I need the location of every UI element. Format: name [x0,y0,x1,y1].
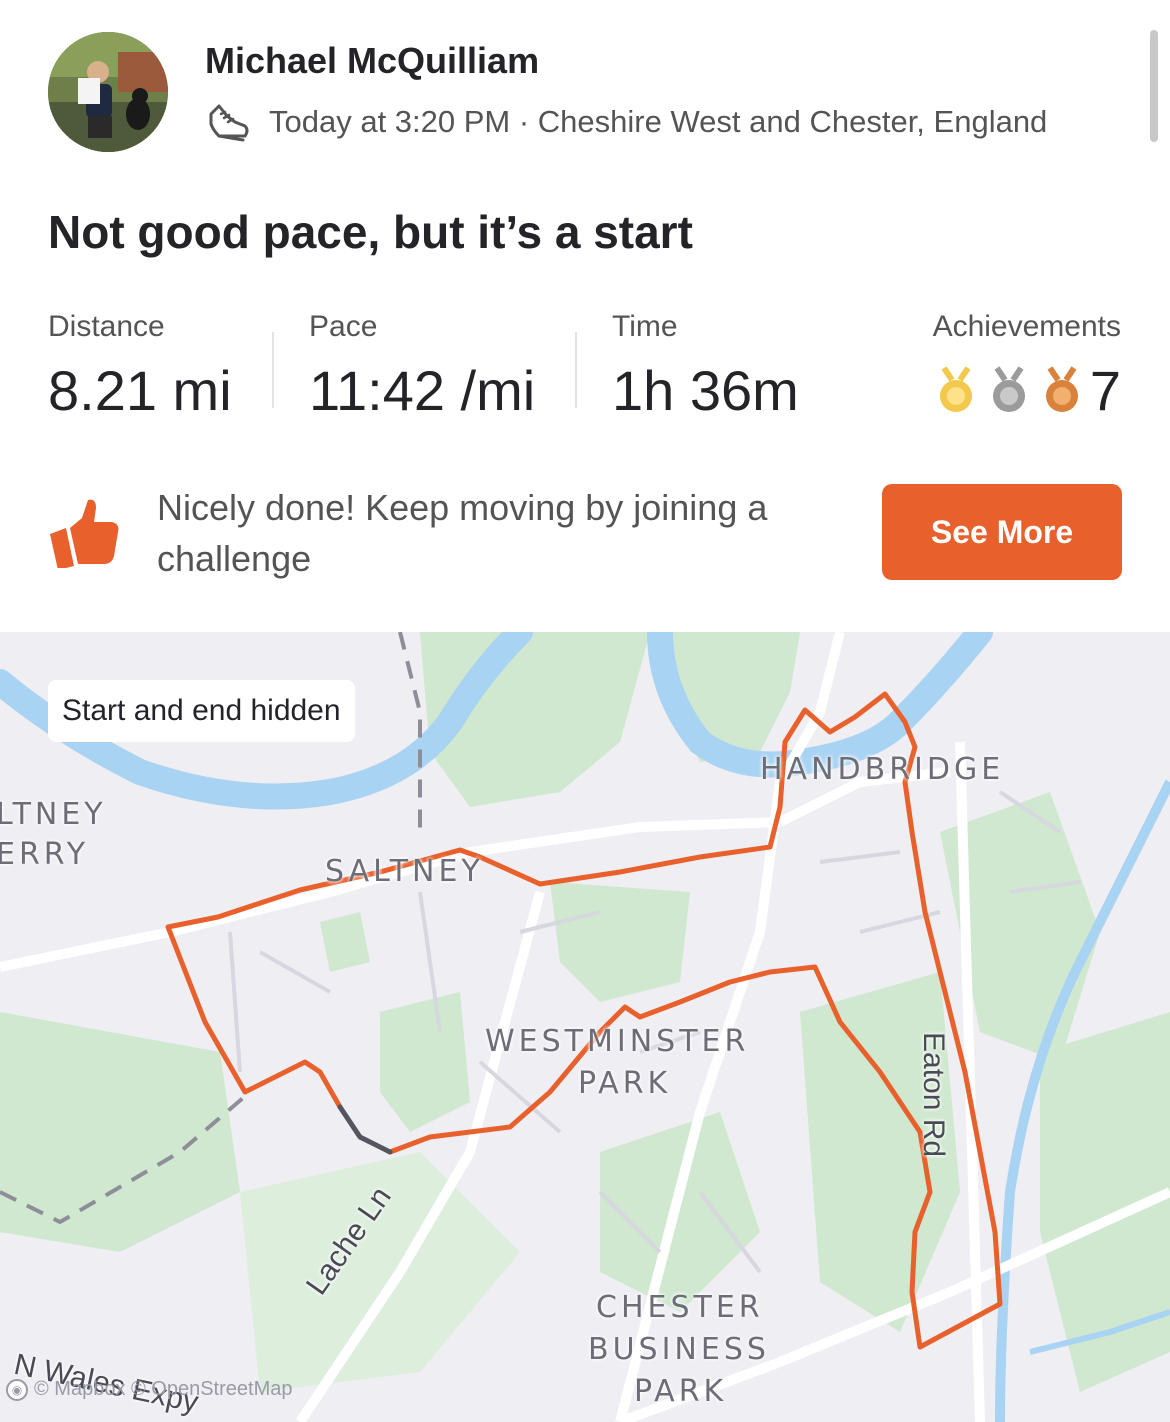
challenge-promo: Nicely done! Keep moving by joining a ch… [0,478,1170,598]
activity-title[interactable]: Not good pace, but it’s a start [48,205,693,259]
privacy-badge: Start and end hidden [48,680,355,742]
route-map[interactable]: Start and end hidden LTNEY ERRY SALTNEY … [0,632,1170,1422]
stat-value-time: 1h 36m [612,359,799,422]
hidden-route-segment [337,1104,393,1155]
mapbox-logo-icon: ◉ [6,1378,28,1401]
activity-meta: Today at 3:20 PM · Cheshire West and Che… [205,100,1047,144]
boundary-line [398,632,422,832]
stat-value-distance: 8.21 mi [48,359,232,422]
stat-value-pace: 11:42 /mi [309,359,536,422]
activity-date-location: Today at 3:20 PM · Cheshire West and Che… [269,104,1048,139]
stat-time: Time 1h 36m [612,310,799,423]
map-label: PARK [578,1066,672,1101]
map-label: BUSINESS [588,1332,770,1367]
road-label: Eaton Rd [917,1032,950,1158]
stat-achievements[interactable]: Achievements 7 [923,310,1121,423]
stat-label-time: Time [612,310,678,343]
stat-distance: Distance 8.21 mi [48,310,232,423]
divider [575,332,577,408]
stats-row: Distance 8.21 mi Pace 11:42 /mi Time 1h … [0,310,1170,430]
stat-label-pace: Pace [309,310,378,343]
parkland [0,632,1170,1392]
scrollbar[interactable] [1150,30,1158,142]
map-label: WESTMINSTER [485,1024,750,1059]
run-shoe-icon [209,104,249,142]
map-label: LTNEY [0,797,107,832]
map-label: ERRY [0,837,90,872]
map-label: PARK [634,1374,728,1409]
activity-header: Michael McQuilliam Today at 3:20 PM · Ch… [0,0,1170,190]
athlete-name[interactable]: Michael McQuilliam [205,40,539,82]
map-attribution[interactable]: ◉ © Mapbox © OpenStreetMap [6,1378,293,1401]
gold-medal-icon [939,365,972,412]
map-label: SALTNEY [325,854,484,889]
see-more-button[interactable]: See More [882,484,1122,580]
stat-label-distance: Distance [48,310,165,343]
achievements-count: 7 [1089,359,1121,422]
silver-medal-icon [992,365,1025,412]
medals: 7 [923,358,1121,423]
attribution-text: © Mapbox © OpenStreetMap [34,1378,293,1400]
divider [272,332,274,408]
bronze-medal-icon [1045,365,1078,412]
thumbs-up-icon [50,499,119,568]
promo-text: Nicely done! Keep moving by joining a ch… [157,487,768,579]
avatar[interactable] [48,32,168,152]
stat-label-achievements: Achievements [932,310,1121,343]
stat-pace: Pace 11:42 /mi [309,310,535,423]
map-label: CHESTER [596,1290,764,1325]
map-label: HANDBRIDGE [760,752,1005,787]
